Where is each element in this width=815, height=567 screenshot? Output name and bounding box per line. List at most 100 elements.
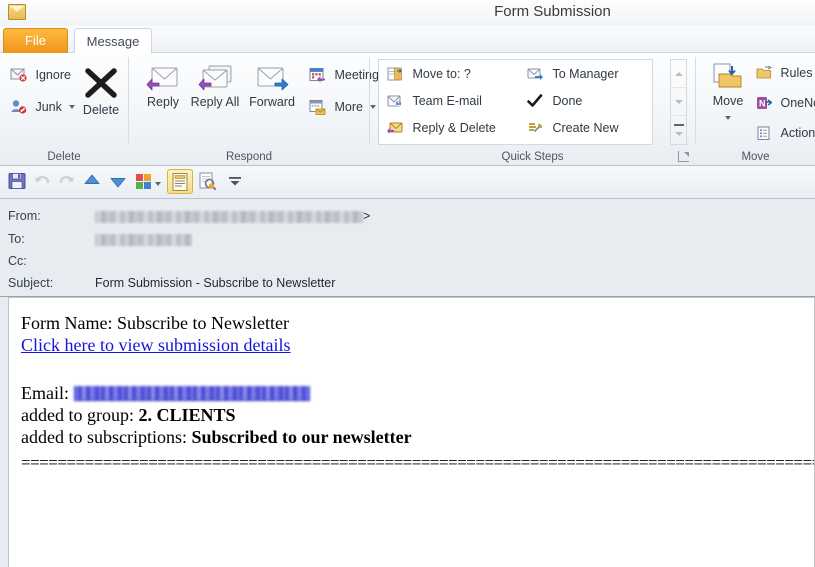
onenote-label: OneNo	[780, 95, 815, 110]
tab-file[interactable]: File	[3, 28, 68, 53]
delete-x-icon	[84, 67, 118, 99]
cc-label: Cc:	[8, 254, 27, 268]
quick-step-label: To Manager	[552, 66, 619, 81]
message-header: From: > To: Cc: Subject: Form Submission…	[0, 199, 815, 297]
title-bar: Form Submission	[0, 0, 815, 26]
quick-access-toolbar	[0, 166, 815, 199]
quick-steps-scrollbar[interactable]	[670, 59, 687, 145]
junk-button[interactable]: Junk	[10, 99, 76, 114]
create-new-icon	[527, 121, 543, 135]
window-title: Form Submission	[494, 3, 611, 20]
to-label: To:	[8, 232, 25, 246]
quick-step-team-email[interactable]: Team E-mail	[387, 93, 482, 108]
rules-button[interactable]: Rules	[756, 65, 815, 80]
actions-label: Actions	[780, 125, 815, 140]
reply-label: Reply	[147, 95, 179, 109]
quick-step-label: Team E-mail	[412, 93, 482, 108]
quick-steps-scroll-up[interactable]	[671, 60, 686, 88]
group-label: added to group:	[21, 405, 134, 425]
reply-button[interactable]: Reply	[137, 65, 189, 110]
quick-step-label: Move to: ?	[412, 66, 471, 81]
actions-button[interactable]: Actions	[756, 125, 815, 140]
to-value	[95, 232, 192, 246]
reply-all-label: Reply All	[190, 95, 240, 109]
to-redacted	[95, 233, 192, 246]
from-redacted	[95, 210, 363, 223]
ribbon-tabs: File Message	[0, 26, 815, 54]
chevron-down-icon	[725, 115, 731, 120]
subject-label: Subject:	[8, 276, 54, 290]
rules-icon	[756, 65, 773, 80]
more-respond-label: More	[334, 100, 363, 114]
message-body-text: Form Name: Subscribe to Newsletter Click…	[9, 298, 814, 474]
down-arrow-icon	[110, 178, 126, 188]
email-value-redacted[interactable]	[73, 386, 310, 401]
submission-details-link[interactable]: Click here to view submission details	[21, 334, 814, 356]
undo-button	[32, 171, 54, 193]
actions-icon	[756, 126, 772, 140]
quick-steps-dialog-launcher[interactable]	[678, 151, 689, 162]
subscriptions-value: Subscribed to our newsletter	[191, 427, 412, 447]
ignore-icon	[10, 67, 27, 82]
quick-step-create-new[interactable]: Create New	[527, 120, 618, 135]
quick-steps-scroll-down[interactable]	[671, 88, 686, 116]
redo-button	[57, 171, 79, 193]
move-caret[interactable]	[702, 110, 754, 125]
delete-label: Delete	[82, 103, 120, 117]
more-respond-button[interactable]: More	[309, 99, 377, 115]
message-body-region: Form Name: Subscribe to Newsletter Click…	[0, 297, 815, 567]
onenote-button[interactable]: N OneNo	[756, 95, 815, 110]
separator-line: ========================================…	[21, 453, 814, 472]
outlook-message-window: Form Submission File Message Ignore Junk…	[0, 0, 815, 567]
quick-step-reply-delete[interactable]: Reply & Delete	[387, 120, 496, 135]
ribbon-group-quick-steps: Move to: ? To Manager Team E-mail Done R…	[370, 53, 695, 165]
move-folder-icon	[710, 63, 746, 93]
reply-all-button[interactable]: Reply All	[189, 65, 241, 110]
quick-step-label: Done	[552, 93, 583, 108]
undo-arrow-icon	[35, 176, 50, 184]
up-arrow-icon	[84, 174, 100, 184]
arrow-up-icon	[674, 71, 683, 76]
next-item-button[interactable]	[108, 171, 130, 193]
from-suffix: >	[363, 209, 371, 223]
move-label: Move	[712, 94, 744, 108]
forward-button[interactable]: Forward	[241, 65, 303, 110]
svg-text:N: N	[759, 98, 766, 108]
forward-icon	[255, 65, 289, 93]
subscriptions-line: added to subscriptions: Subscribed to ou…	[21, 426, 814, 448]
save-button[interactable]	[7, 171, 29, 193]
print-preview-button[interactable]	[197, 171, 219, 193]
customize-toolbar-button[interactable]	[225, 171, 247, 193]
message-body-pane[interactable]: Form Name: Subscribe to Newsletter Click…	[8, 297, 815, 567]
delete-button[interactable]: Delete	[74, 67, 128, 118]
junk-icon	[10, 99, 27, 114]
arrow-down-icon	[674, 99, 683, 104]
ribbon: Ignore Junk Delete Delete Reply Reply Al…	[0, 53, 815, 166]
previous-item-button[interactable]	[82, 171, 104, 193]
categorize-caret[interactable]	[153, 171, 165, 193]
tab-message[interactable]: Message	[74, 28, 152, 54]
more-respond-icon	[309, 99, 326, 115]
header-row-from: From: >	[0, 209, 815, 231]
ribbon-group-respond: Reply Reply All Forward Meeting More Res…	[129, 53, 379, 165]
customize-chevron-icon	[229, 177, 241, 186]
notepad-icon	[172, 173, 188, 191]
quick-steps-more[interactable]	[671, 116, 686, 144]
color-squares-icon	[136, 174, 151, 189]
ignore-button[interactable]: Ignore	[10, 67, 71, 82]
subscriptions-label: added to subscriptions:	[21, 427, 187, 447]
from-value: >	[95, 209, 370, 223]
team-email-icon	[387, 94, 403, 108]
ignore-label: Ignore	[35, 67, 71, 82]
header-row-to: To:	[0, 232, 815, 254]
message-view-button[interactable]	[167, 169, 193, 194]
quick-step-to-manager[interactable]: To Manager	[527, 66, 619, 81]
print-preview-icon	[199, 172, 216, 190]
quick-step-move-to[interactable]: Move to: ?	[387, 66, 471, 81]
quick-step-done[interactable]: Done	[527, 93, 582, 108]
header-row-cc: Cc:	[0, 254, 815, 276]
quick-step-label: Reply & Delete	[412, 120, 496, 135]
move-button[interactable]: Move	[702, 63, 754, 125]
quick-step-label: Create New	[552, 120, 619, 135]
